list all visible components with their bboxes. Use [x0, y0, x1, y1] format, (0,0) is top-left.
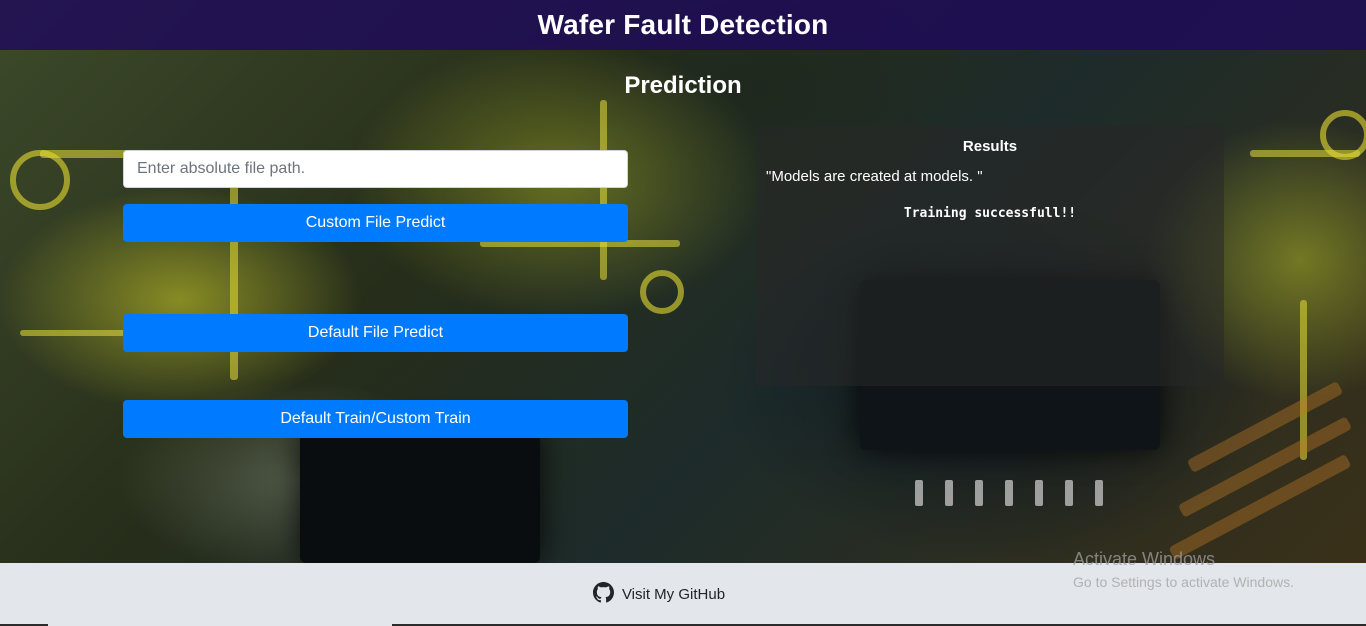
custom-file-predict-button[interactable]: Custom File Predict — [123, 204, 628, 242]
results-message: "Models are created at models. " — [766, 168, 983, 185]
app-title: Wafer Fault Detection — [537, 9, 829, 40]
page-subtitle: Prediction — [624, 72, 742, 99]
github-link-label: Visit My GitHub — [621, 586, 726, 603]
github-icon — [592, 582, 614, 607]
app-header: Wafer Fault Detection — [0, 0, 1366, 50]
windows-activation-watermark: Activate Windows Go to Settings to activ… — [1073, 549, 1294, 590]
default-file-predict-button[interactable]: Default File Predict — [123, 314, 628, 352]
file-path-input[interactable] — [123, 150, 628, 188]
train-button[interactable]: Default Train/Custom Train — [123, 400, 628, 438]
github-link[interactable]: Visit My GitHub — [592, 582, 726, 607]
watermark-line-1: Activate Windows — [1073, 549, 1216, 569]
results-panel: Results "Models are created at models. "… — [756, 126, 1224, 386]
results-title: Results — [962, 138, 1018, 155]
results-log: Training successfull!! — [903, 206, 1077, 221]
watermark-line-2: Go to Settings to activate Windows. — [1073, 574, 1294, 590]
